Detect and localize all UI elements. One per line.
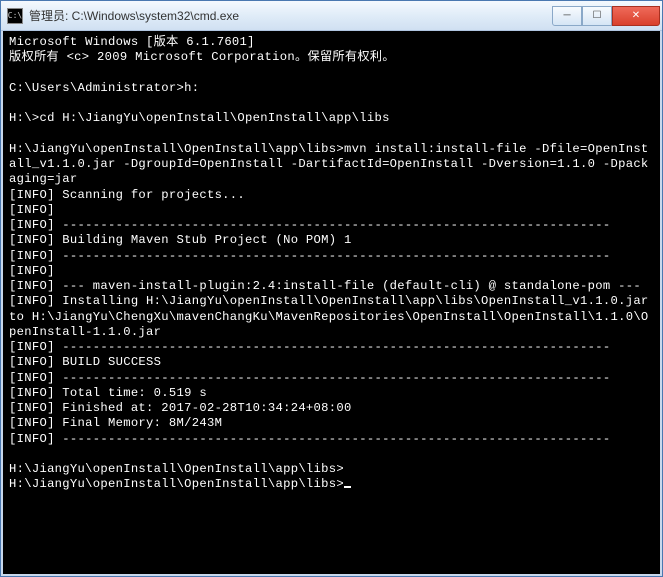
- console-separator: [INFO] ---------------------------------…: [9, 432, 610, 446]
- cursor-icon: [344, 486, 351, 488]
- console-info: [INFO] Building Maven Stub Project (No P…: [9, 233, 352, 247]
- console-line: Microsoft Windows [版本 6.1.7601]: [9, 35, 255, 49]
- console-separator: [INFO] ---------------------------------…: [9, 218, 610, 232]
- console-output[interactable]: Microsoft Windows [版本 6.1.7601] 版权所有 <c>…: [1, 31, 662, 576]
- console-info: [INFO]: [9, 203, 55, 217]
- window-title: 管理员: C:\Windows\system32\cmd.exe: [29, 7, 552, 24]
- console-prompt: H:\JiangYu\openInstall\OpenInstall\app\l…: [9, 477, 344, 491]
- console-prompt: H:\JiangYu\openInstall\OpenInstall\app\l…: [9, 462, 344, 476]
- console-info: [INFO] Finished at: 2017-02-28T10:34:24+…: [9, 401, 352, 415]
- console-info: [INFO] --- maven-install-plugin:2.4:inst…: [9, 279, 641, 293]
- console-info: [INFO] Installing H:\JiangYu\openInstall…: [9, 294, 656, 339]
- console-separator: [INFO] ---------------------------------…: [9, 340, 610, 354]
- console-line: 版权所有 <c> 2009 Microsoft Corporation。保留所有…: [9, 50, 395, 64]
- console-info: [INFO] Total time: 0.519 s: [9, 386, 207, 400]
- console-info: [INFO] Final Memory: 8M/243M: [9, 416, 222, 430]
- maximize-button[interactable]: ☐: [582, 6, 612, 26]
- console-separator: [INFO] ---------------------------------…: [9, 249, 610, 263]
- cmd-icon: C:\: [7, 8, 23, 24]
- console-info: [INFO]: [9, 264, 55, 278]
- console-command: H:\JiangYu\openInstall\OpenInstall\app\l…: [9, 142, 649, 187]
- cmd-window: C:\ 管理员: C:\Windows\system32\cmd.exe ─ ☐…: [0, 0, 663, 577]
- console-success: [INFO] BUILD SUCCESS: [9, 355, 161, 369]
- console-prompt: C:\Users\Administrator>h:: [9, 81, 199, 95]
- close-button[interactable]: ✕: [612, 6, 660, 26]
- console-separator: [INFO] ---------------------------------…: [9, 371, 610, 385]
- console-prompt: H:\>cd H:\JiangYu\openInstall\OpenInstal…: [9, 111, 390, 125]
- window-controls: ─ ☐ ✕: [552, 6, 660, 26]
- minimize-button[interactable]: ─: [552, 6, 582, 26]
- console-info: [INFO] Scanning for projects...: [9, 188, 245, 202]
- titlebar[interactable]: C:\ 管理员: C:\Windows\system32\cmd.exe ─ ☐…: [1, 1, 662, 31]
